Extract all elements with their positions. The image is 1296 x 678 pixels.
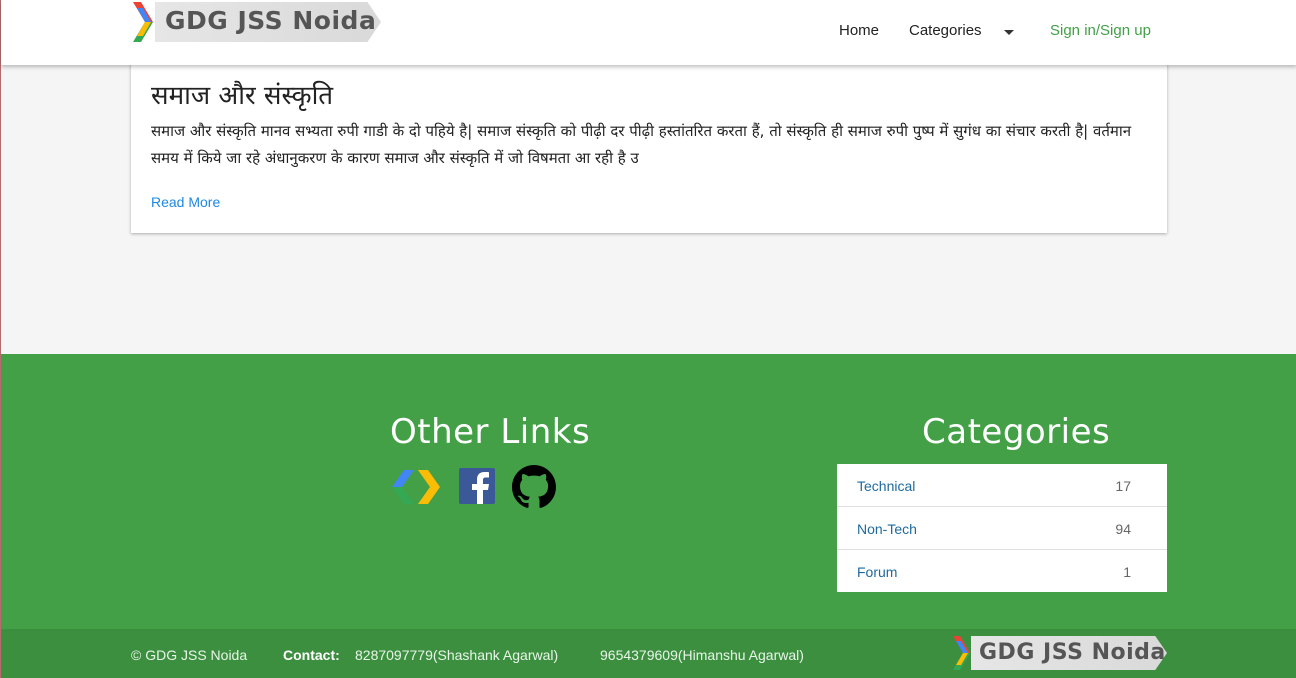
nav-categories-dropdown[interactable]: Categories <box>909 22 982 39</box>
copyright-text: © GDG JSS Noida <box>131 647 248 663</box>
footer-logo[interactable]: GDG JSS Noida <box>951 636 1167 670</box>
contact-phone-2: 9654379609(Himanshu Agarwal) <box>600 647 804 663</box>
category-item-non-tech[interactable]: Non-Tech 94 <box>837 507 1167 550</box>
site-logo[interactable]: GDG JSS Noida <box>131 2 381 42</box>
post-excerpt: समाज और संस्कृति मानव सभ्यता रुपी गाडी क… <box>151 122 1132 167</box>
category-name[interactable]: Forum <box>857 564 897 580</box>
logo-text: GDG JSS Noida <box>165 6 377 35</box>
footer: Other Links Categories Technical 17 Non-… <box>1 354 1296 629</box>
gdg-icon[interactable] <box>390 466 442 508</box>
top-navbar: GDG JSS Noida Home Categories Sign in/Si… <box>1 0 1296 65</box>
other-links-heading: Other Links <box>390 412 591 452</box>
category-name[interactable]: Technical <box>857 478 915 494</box>
read-more-link[interactable]: Read More <box>151 194 220 210</box>
gdg-chevron-icon <box>133 2 153 42</box>
gdg-chevron-icon <box>953 636 970 670</box>
nav-home-link[interactable]: Home <box>839 22 879 39</box>
categories-heading: Categories <box>922 412 1111 452</box>
github-icon[interactable] <box>512 465 556 509</box>
post-card: समाज और संस्कृति समाज और संस्कृति मानव स… <box>131 40 1167 233</box>
category-count: 17 <box>1115 478 1131 494</box>
categories-list: Technical 17 Non-Tech 94 Forum 1 <box>837 464 1167 592</box>
post-title[interactable]: समाज और संस्कृति <box>151 76 333 112</box>
category-count: 94 <box>1115 521 1131 537</box>
bottom-bar: © GDG JSS Noida Contact: 8287097779(Shas… <box>1 629 1296 678</box>
contact-phone-1: 8287097779(Shashank Agarwal) <box>355 647 559 663</box>
nav-signin-link[interactable]: Sign in/Sign up <box>1050 22 1151 39</box>
contact-label: Contact: <box>283 647 340 663</box>
category-item-technical[interactable]: Technical 17 <box>837 464 1167 507</box>
caret-down-icon[interactable] <box>1004 30 1014 35</box>
facebook-icon[interactable] <box>459 468 495 504</box>
category-item-forum[interactable]: Forum 1 <box>837 550 1167 592</box>
category-count: 1 <box>1123 564 1131 580</box>
category-name[interactable]: Non-Tech <box>857 521 917 537</box>
logo-text: GDG JSS Noida <box>979 640 1166 665</box>
